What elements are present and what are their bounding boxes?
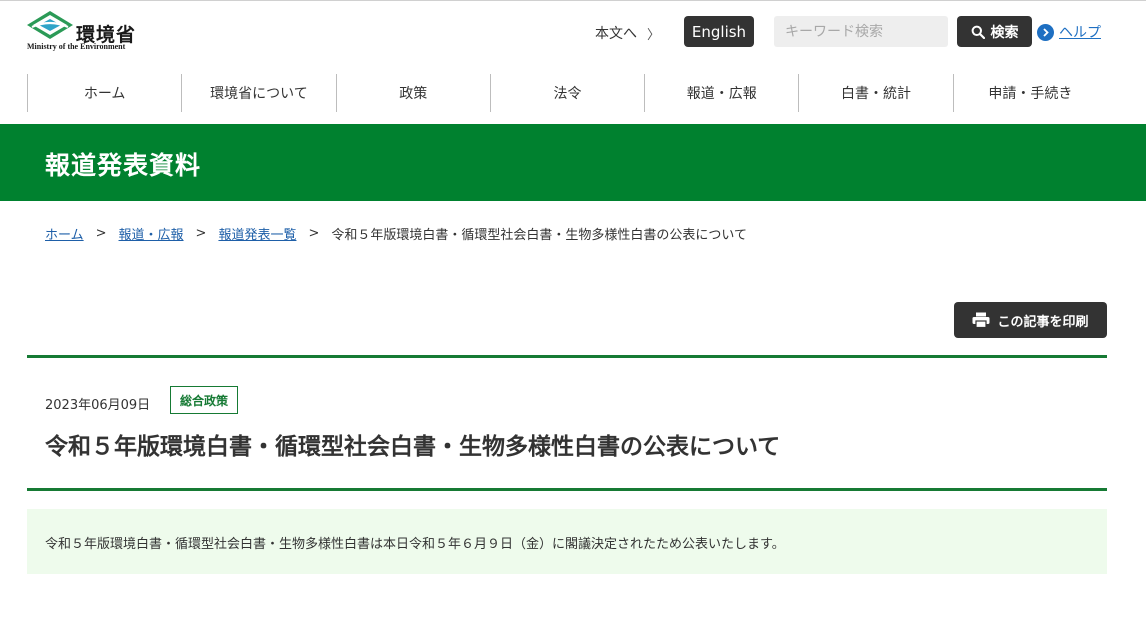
article-title: 令和５年版環境白書・循環型社会白書・生物多様性白書の公表について — [45, 434, 781, 460]
skip-to-content-link[interactable]: 本文へ 〉 — [595, 23, 660, 43]
breadcrumb-link-press[interactable]: 報道・広報 — [119, 224, 184, 243]
printer-icon — [972, 312, 990, 328]
nav-item-press[interactable]: 報道・広報 — [644, 74, 798, 112]
nav-item-about[interactable]: 環境省について — [181, 74, 335, 112]
breadcrumb-link-press-list[interactable]: 報道発表一覧 — [218, 224, 296, 243]
breadcrumb-link-home[interactable]: ホーム — [45, 224, 84, 243]
breadcrumb-separator: > — [95, 226, 107, 241]
logo-subtext: Ministry of the Environment — [27, 42, 126, 51]
chevron-circle-icon — [1037, 23, 1054, 41]
english-button[interactable]: English — [684, 16, 754, 47]
breadcrumb-separator: > — [195, 226, 207, 241]
help-link-label: ヘルプ — [1059, 25, 1101, 41]
article-divider-bottom — [27, 488, 1107, 491]
nav-item-policy[interactable]: 政策 — [335, 74, 490, 112]
moe-logo-icon — [27, 11, 73, 39]
breadcrumb: ホーム > 報道・広報 > 報道発表一覧 > 令和５年版環境白書・循環型社会白書… — [45, 224, 747, 243]
nav-item-law[interactable]: 法令 — [489, 74, 644, 112]
breadcrumb-separator: > — [308, 226, 320, 241]
search-button[interactable]: 検索 — [957, 16, 1032, 47]
breadcrumb-current: 令和５年版環境白書・循環型社会白書・生物多様性白書の公表について — [331, 228, 747, 243]
article-date: 2023年06月09日 — [45, 398, 151, 413]
print-button-label: この記事を印刷 — [997, 314, 1089, 330]
article-summary-box: 令和５年版環境白書・循環型社会白書・生物多様性白書は本日令和５年６月９日（金）に… — [27, 509, 1107, 574]
article-summary: 令和５年版環境白書・循環型社会白書・生物多様性白書は本日令和５年６月９日（金）に… — [45, 537, 785, 552]
search-icon — [971, 25, 985, 39]
page-title: 報道発表資料 — [45, 151, 202, 180]
help-link[interactable]: ヘルプ — [1037, 22, 1101, 42]
search-button-label: 検索 — [990, 24, 1019, 41]
chevron-right-icon: 〉 — [647, 27, 661, 43]
page-banner: 報道発表資料 — [0, 124, 1146, 201]
site-header: 環境省 Ministry of the Environment 本文へ 〉 En… — [0, 0, 1146, 124]
print-button[interactable]: この記事を印刷 — [954, 302, 1107, 338]
nav-item-applications[interactable]: 申請・手続き — [952, 74, 1107, 112]
search-input[interactable] — [774, 16, 948, 47]
category-badge: 総合政策 — [170, 386, 239, 414]
skip-link-label: 本文へ — [595, 26, 637, 42]
nav-item-home[interactable]: ホーム — [27, 74, 181, 112]
nav-item-whitepaper[interactable]: 白書・統計 — [798, 74, 952, 112]
site-logo[interactable]: 環境省 Ministry of the Environment — [26, 11, 146, 55]
global-nav: ホーム 環境省について 政策 法令 報道・広報 白書・統計 申請・手続き — [27, 74, 1107, 112]
article-divider-top — [27, 355, 1107, 358]
